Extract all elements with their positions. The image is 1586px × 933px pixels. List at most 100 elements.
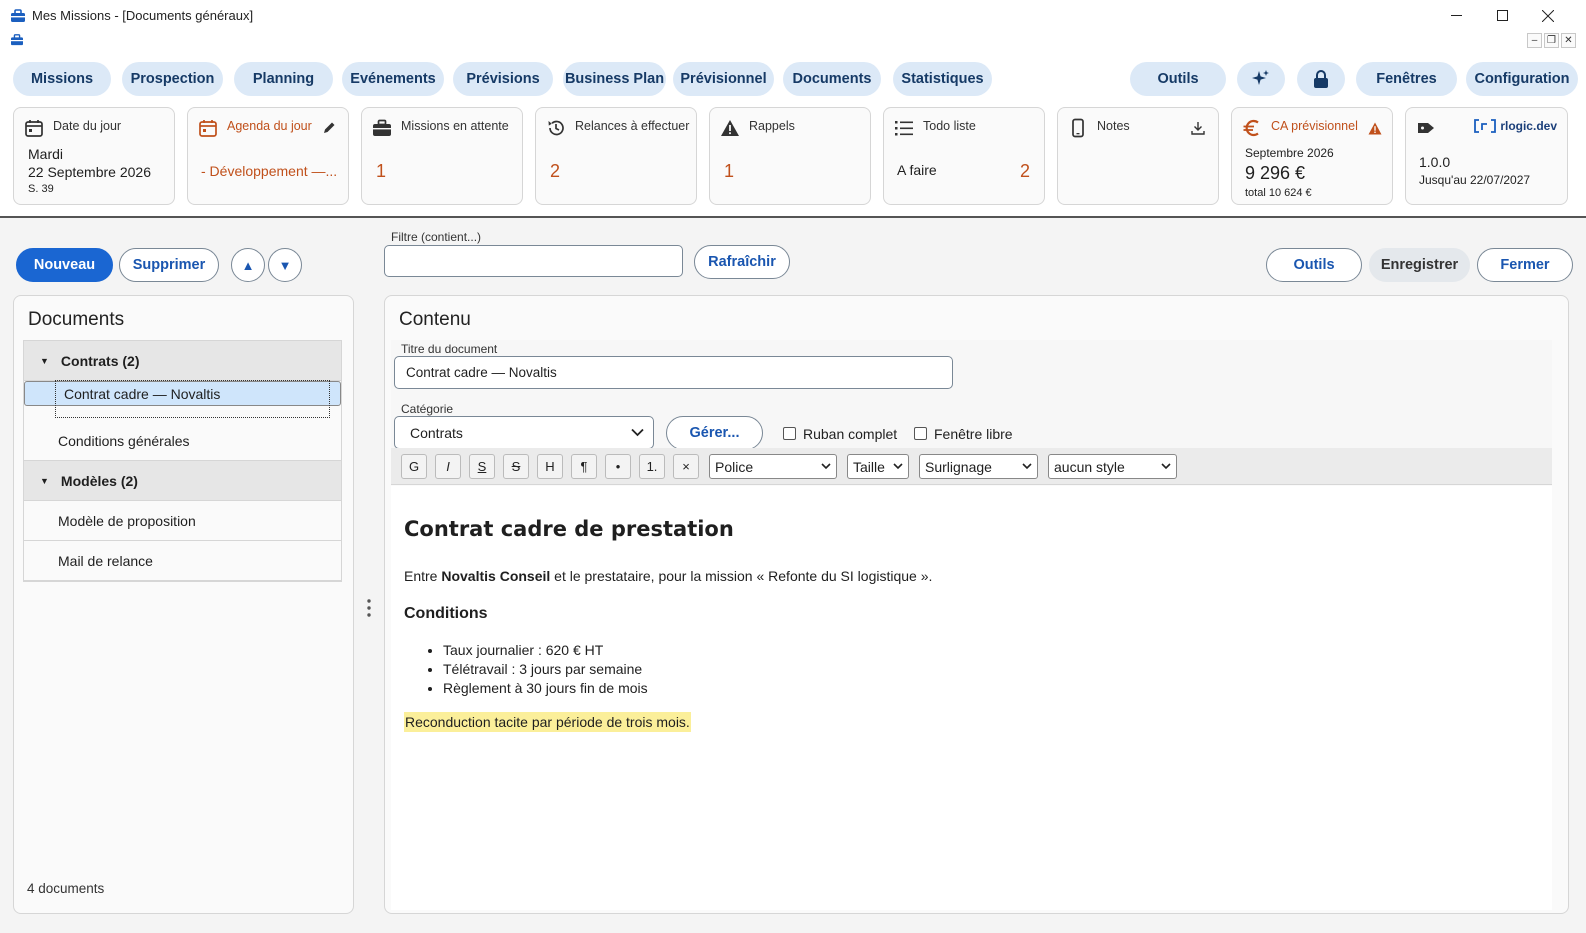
editor-bullet-list: Taux journalier : 620 € HT Télétravail :… xyxy=(443,641,648,698)
close-button[interactable] xyxy=(1525,0,1571,31)
clear-format-button[interactable]: × xyxy=(673,454,699,479)
paragraph-button[interactable]: ¶ xyxy=(571,454,597,479)
nouveau-button[interactable]: Nouveau xyxy=(16,248,113,282)
nav-previsions[interactable]: Prévisions xyxy=(453,62,553,96)
card-relances-title: Relances à effectuer xyxy=(575,119,690,133)
chevron-down-icon xyxy=(1161,463,1171,470)
card-todo[interactable]: Todo liste A faire 2 xyxy=(883,107,1045,205)
chevron-down-icon xyxy=(1022,463,1032,470)
card-date: Date du jour Mardi 22 Septembre 2026 S. … xyxy=(13,107,175,205)
list-item: Télétravail : 3 jours par semaine xyxy=(443,660,648,679)
nav-documents[interactable]: Documents xyxy=(783,62,881,96)
numbered-list-button[interactable]: 1. xyxy=(639,454,665,479)
category-label: Catégorie xyxy=(401,402,454,416)
nav-missions[interactable]: Missions xyxy=(13,62,111,96)
tree-item-conditions[interactable]: Conditions générales xyxy=(24,421,341,461)
italic-button[interactable]: I xyxy=(435,454,461,479)
tree-item-label: Conditions générales xyxy=(58,432,190,449)
card-rappels-value: 1 xyxy=(724,161,735,181)
tree-item-modele-proposition[interactable]: Modèle de proposition xyxy=(24,501,341,541)
underline-button[interactable]: S xyxy=(469,454,495,479)
police-value: Police xyxy=(715,458,754,475)
warning-icon xyxy=(1368,122,1382,135)
taille-select[interactable]: Taille xyxy=(847,454,909,479)
expand-icon[interactable]: ▼ xyxy=(40,356,49,366)
nav-planning[interactable]: Planning xyxy=(234,62,333,96)
ruban-label: Ruban complet xyxy=(803,426,898,442)
license-version: 1.0.0 xyxy=(1419,154,1451,170)
card-license[interactable]: rlogic.dev 1.0.0 Jusqu'au 22/07/2027 xyxy=(1405,107,1568,205)
nav-outils[interactable]: Outils xyxy=(1130,62,1226,96)
supprimer-button[interactable]: Supprimer xyxy=(119,248,219,282)
lock-button[interactable] xyxy=(1297,62,1345,96)
strikethrough-button[interactable]: S xyxy=(503,454,529,479)
police-select[interactable]: Police xyxy=(709,454,837,479)
maximize-button[interactable] xyxy=(1479,0,1525,31)
category-select[interactable]: Contrats xyxy=(394,416,654,449)
focus-rectangle xyxy=(55,380,330,418)
chevron-down-icon xyxy=(893,463,903,470)
rich-text-editor[interactable]: Contrat cadre de prestation Entre Novalt… xyxy=(391,486,1552,910)
card-ca-title: CA prévisionnel xyxy=(1271,119,1358,133)
card-rappels[interactable]: Rappels 1 xyxy=(709,107,871,205)
outils-button[interactable]: Outils xyxy=(1266,248,1362,282)
expand-icon[interactable]: ▼ xyxy=(40,476,49,486)
splitter-handle-icon[interactable] xyxy=(366,598,372,618)
tag-icon xyxy=(1418,123,1434,133)
tree-group-modeles[interactable]: ▼ Modèles (2) xyxy=(24,461,341,501)
bold-icon: G xyxy=(408,459,420,474)
heading-button[interactable]: H xyxy=(537,454,563,479)
enregistrer-button[interactable]: Enregistrer xyxy=(1369,248,1470,282)
card-todo-value: 2 xyxy=(1019,161,1030,181)
bullet-list-button[interactable]: • xyxy=(605,454,631,479)
rafraichir-button[interactable]: Rafraîchir xyxy=(694,245,790,279)
nav-evenements[interactable]: Evénements xyxy=(342,62,444,96)
maximize-icon xyxy=(1496,10,1508,21)
bold-button[interactable]: G xyxy=(401,454,427,479)
gerer-button[interactable]: Gérer... xyxy=(666,416,763,450)
ruban-checkbox[interactable] xyxy=(783,427,796,440)
nav-business-plan[interactable]: Business Plan xyxy=(563,62,666,96)
list-item: Règlement à 30 jours fin de mois xyxy=(443,679,648,698)
mdi-restore-button[interactable]: ❐ xyxy=(1544,33,1559,48)
card-ca-total: total 10 624 € xyxy=(1245,187,1312,199)
surlignage-select[interactable]: Surlignage xyxy=(919,454,1038,479)
editor-intro-pre: Entre xyxy=(404,568,442,584)
pencil-icon[interactable] xyxy=(322,121,336,135)
style-select[interactable]: aucun style xyxy=(1048,454,1177,479)
card-missions-attente[interactable]: Missions en attente 1 xyxy=(361,107,523,205)
card-agenda-value: - Développement —... xyxy=(201,163,338,179)
card-ca[interactable]: CA prévisionnel Septembre 2026 9 296 € t… xyxy=(1231,107,1393,205)
card-date-day: Mardi xyxy=(28,146,64,162)
move-up-button[interactable]: ▲ xyxy=(231,248,265,282)
move-down-button[interactable]: ▼ xyxy=(268,248,302,282)
calendar-icon xyxy=(199,120,217,137)
card-agenda[interactable]: Agenda du jour - Développement —... xyxy=(187,107,349,205)
nav-previsionnel[interactable]: Prévisionnel xyxy=(673,62,774,96)
card-notes-title: Notes xyxy=(1097,119,1130,133)
download-icon[interactable] xyxy=(1191,121,1205,135)
nav-prospection[interactable]: Prospection xyxy=(122,62,223,96)
card-relances[interactable]: Relances à effectuer 2 xyxy=(535,107,697,205)
card-notes[interactable]: Notes xyxy=(1057,107,1219,205)
nav-configuration[interactable]: Configuration xyxy=(1466,62,1578,96)
style-value: aucun style xyxy=(1054,458,1125,475)
euro-icon xyxy=(1243,119,1259,137)
fermer-button[interactable]: Fermer xyxy=(1477,248,1573,282)
strikethrough-icon: S xyxy=(511,459,521,474)
mdi-app-icon xyxy=(11,34,23,46)
filter-input[interactable] xyxy=(384,245,683,277)
fenetre-checkbox[interactable] xyxy=(914,427,927,440)
tree-item-mail-relance[interactable]: Mail de relance xyxy=(24,541,341,581)
nav-statistiques[interactable]: Statistiques xyxy=(893,62,992,96)
ai-button[interactable] xyxy=(1237,62,1285,96)
doc-title-input[interactable]: Contrat cadre — Novaltis xyxy=(394,356,953,389)
nav-fenetres[interactable]: Fenêtres xyxy=(1356,62,1457,96)
mdi-close-button[interactable]: ✕ xyxy=(1561,33,1576,48)
documents-title: Documents xyxy=(28,309,125,330)
editor-intro-post: et le prestataire, pour la mission « Ref… xyxy=(550,568,933,584)
mdi-minimize-button[interactable]: – xyxy=(1527,33,1542,48)
minimize-button[interactable] xyxy=(1433,0,1479,31)
lock-icon xyxy=(1314,70,1328,88)
tree-group-contrats[interactable]: ▼ Contrats (2) xyxy=(24,341,341,381)
